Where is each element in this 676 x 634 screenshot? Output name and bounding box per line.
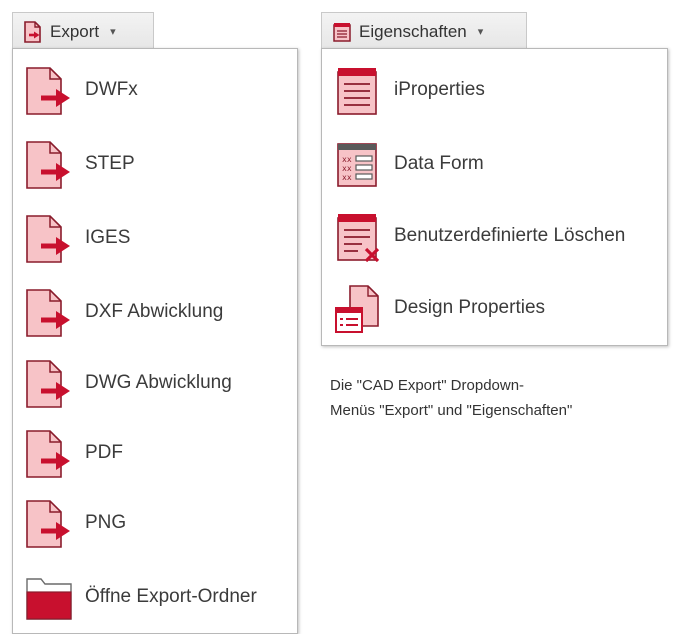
chevron-down-icon: ▾ (477, 26, 484, 38)
chevron-down-icon: ▾ (110, 26, 116, 38)
menu-item-label: DWG Abwicklung (85, 372, 232, 393)
caption-line-2: Menüs "Export" und "Eigenschaften" (330, 402, 573, 419)
menu-item-label: PDF (85, 442, 123, 463)
export-file-icon (26, 67, 70, 115)
menu-item-label: iProperties (394, 79, 485, 100)
menu-item-label: Öffne Export-Ordner (85, 586, 257, 607)
export-menu: DWFx STEP IGES DXF Abwicklung DWG Abwick… (12, 48, 298, 634)
menu-item-label: DWFx (85, 79, 138, 100)
caption-line-1: Die "CAD Export" Dropdown- (330, 377, 525, 394)
menu-item-label: STEP (85, 153, 135, 174)
export-file-icon (26, 430, 70, 478)
menu-item-dxf-abwicklung[interactable]: DXF Abwicklung (13, 279, 297, 345)
menu-item-label: DXF Abwicklung (85, 301, 224, 322)
menu-item-label: Benutzerdefinierte Löschen (394, 225, 626, 246)
menu-item-png[interactable]: PNG (13, 490, 297, 556)
export-file-icon (26, 215, 70, 263)
design-properties-icon (335, 285, 379, 333)
export-file-icon (26, 289, 70, 337)
menu-item-benutzerdefinierte-loeschen[interactable]: Benutzerdefinierte Löschen (322, 203, 667, 269)
properties-dropdown-button[interactable]: Eigenschaften ▾ (321, 12, 527, 50)
menu-item-data-form[interactable]: xx xx xx Data Form (322, 131, 667, 197)
menu-item-dwg-abwicklung[interactable]: DWG Abwicklung (13, 350, 297, 416)
delete-properties-icon (337, 214, 380, 262)
menu-item-pdf[interactable]: PDF (13, 420, 297, 486)
export-file-icon (24, 20, 41, 43)
export-tab-label: Export (50, 21, 100, 41)
export-dropdown-button[interactable]: Export ▾ (12, 12, 154, 50)
menu-item-label: IGES (85, 227, 131, 248)
properties-list-icon (337, 68, 377, 115)
svg-text:xx: xx (342, 173, 352, 182)
data-form-icon: xx xx xx (337, 143, 377, 187)
svg-text:xx: xx (342, 164, 352, 173)
properties-menu: iProperties xx xx xx Data Form Benutzerd… (321, 48, 668, 346)
menu-item-step[interactable]: STEP (13, 131, 297, 197)
menu-item-dwfx[interactable]: DWFx (13, 57, 297, 123)
menu-item-label: PNG (85, 512, 127, 533)
figure-caption: Die "CAD Export" Dropdown- Menüs "Export… (330, 373, 572, 423)
properties-list-icon (333, 22, 351, 42)
menu-item-iproperties[interactable]: iProperties (322, 57, 667, 123)
menu-item-label: Design Properties (394, 297, 546, 318)
export-file-icon (26, 141, 70, 189)
menu-item-iges[interactable]: IGES (13, 205, 297, 271)
export-file-icon (26, 360, 70, 408)
menu-item-label: Data Form (394, 153, 484, 174)
menu-item-design-properties[interactable]: Design Properties (322, 275, 667, 341)
svg-text:xx: xx (342, 155, 352, 164)
folder-icon (26, 578, 72, 620)
menu-item-open-export-folder[interactable]: Öffne Export-Ordner (13, 564, 297, 630)
export-file-icon (26, 500, 70, 548)
properties-tab-label: Eigenschaften (359, 21, 467, 41)
